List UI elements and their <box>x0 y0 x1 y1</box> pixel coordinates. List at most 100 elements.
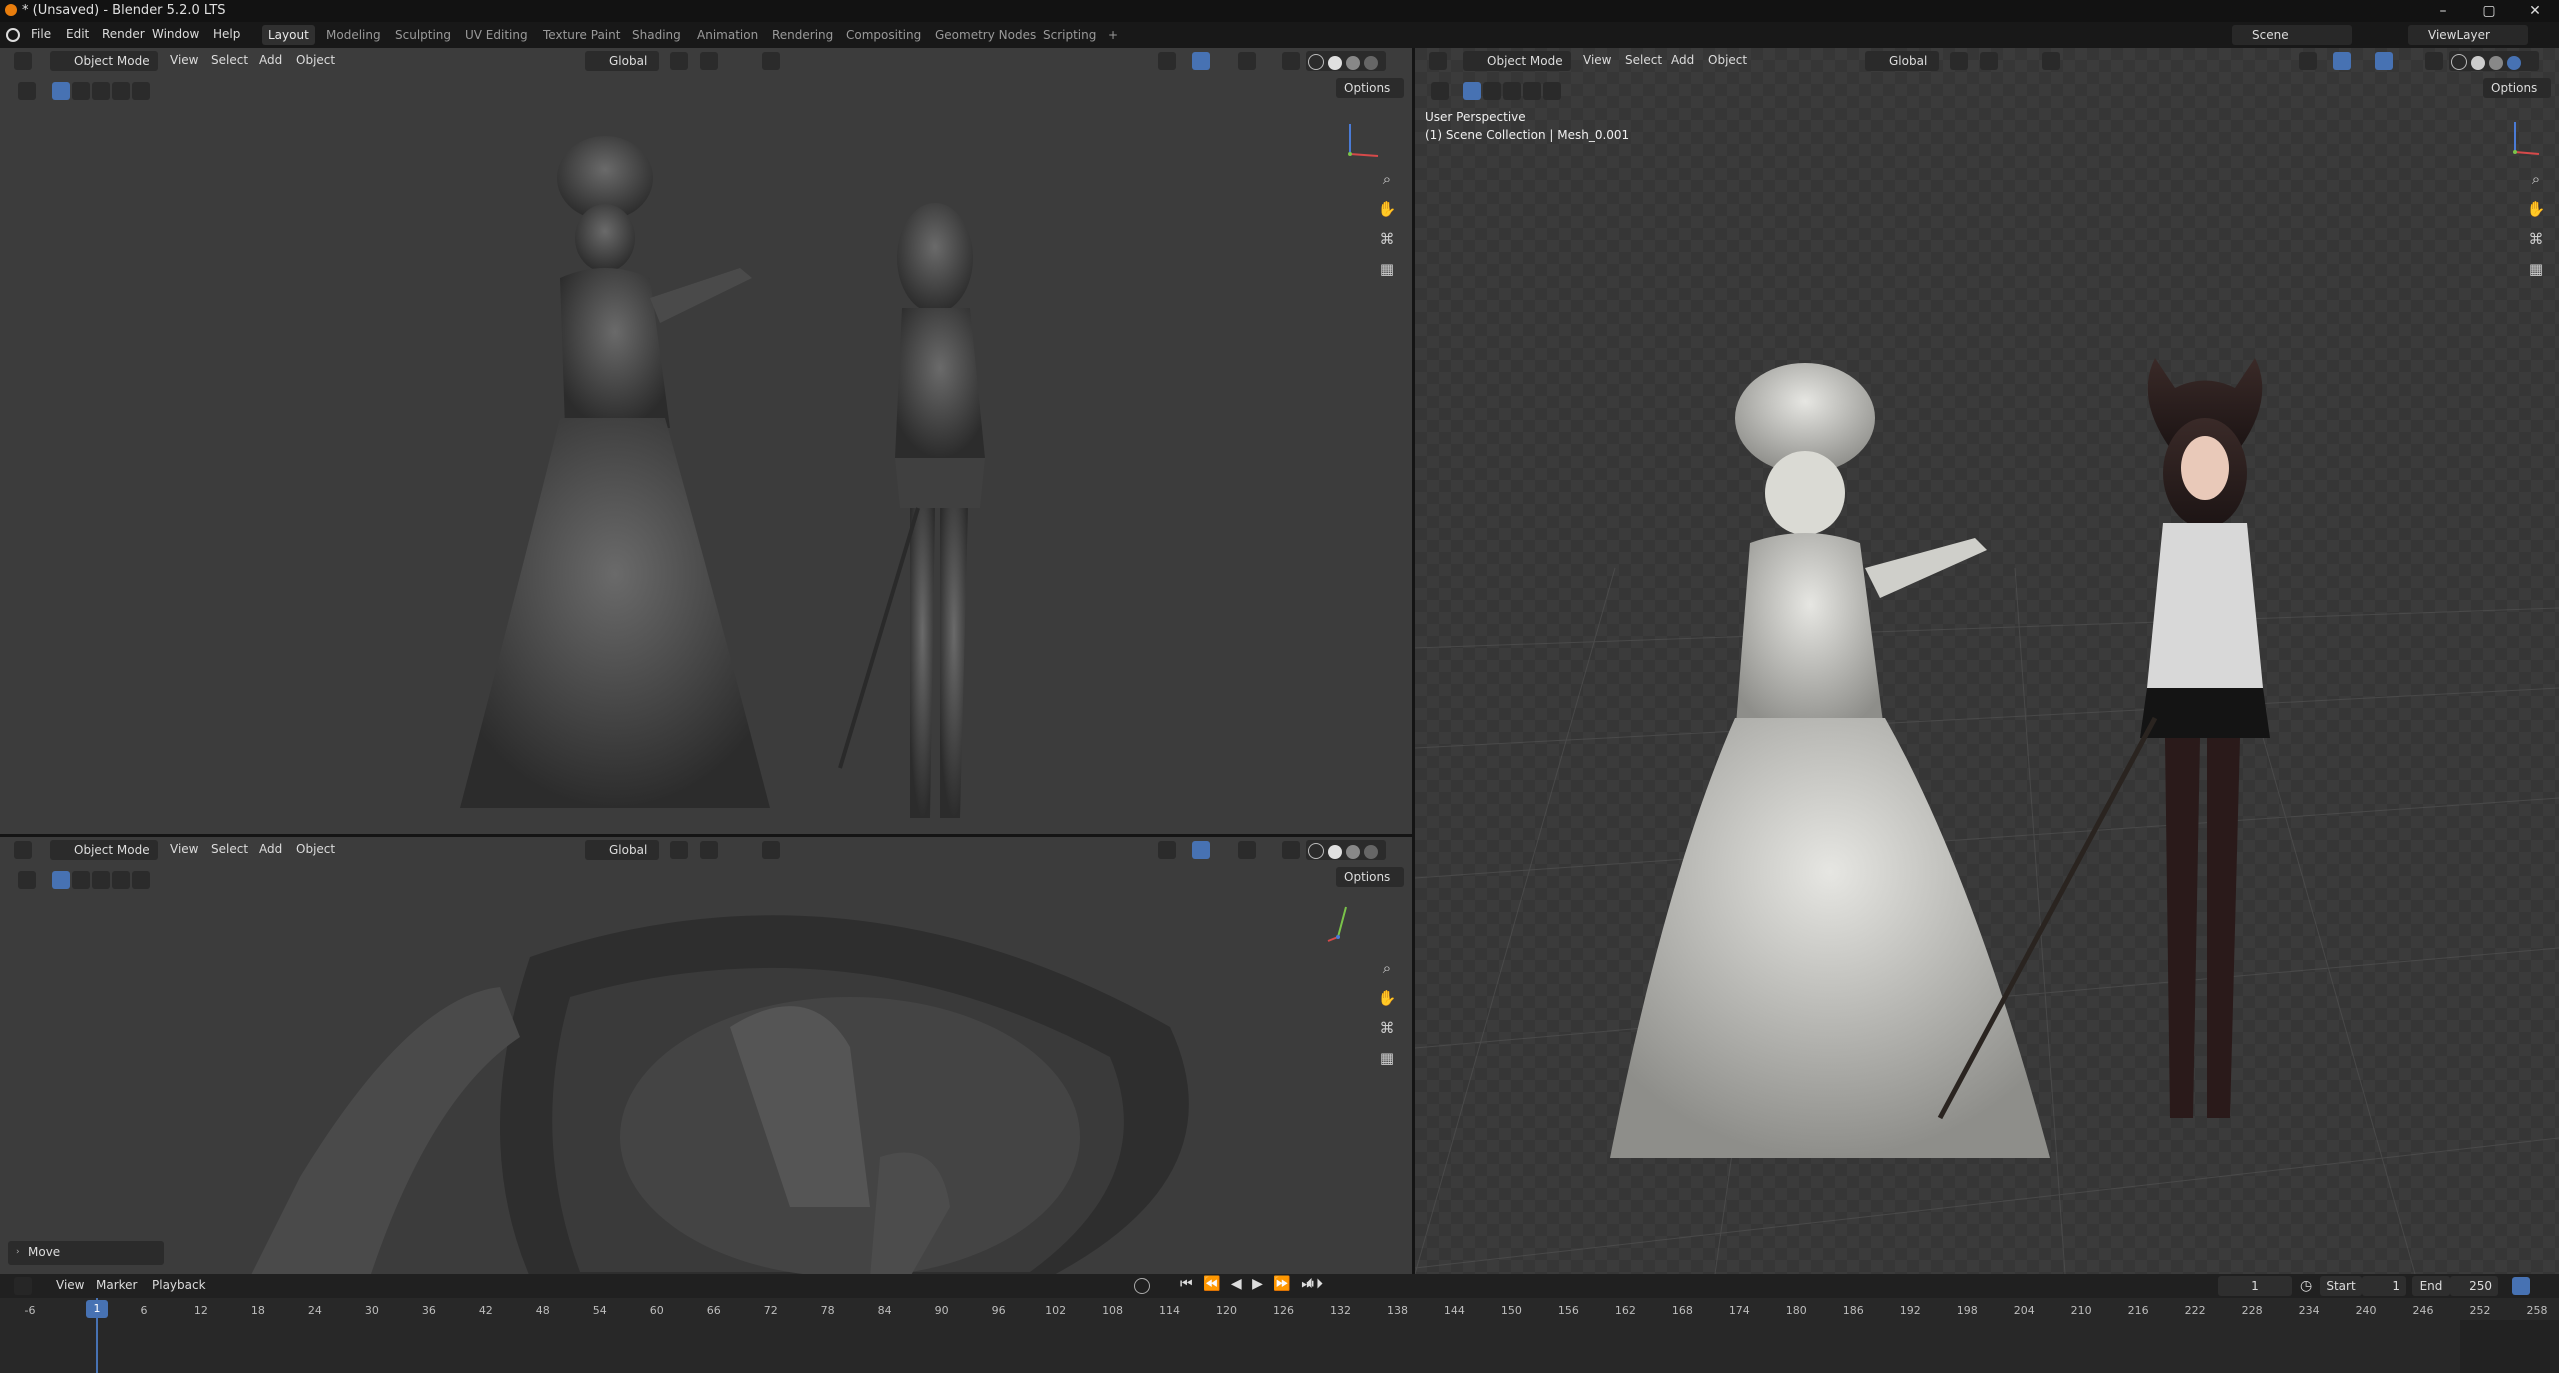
axis-gizmo[interactable] <box>2495 114 2545 164</box>
current-frame-field[interactable]: 1 <box>2218 1276 2292 1296</box>
clock-icon[interactable]: ◷ <box>2300 1278 2312 1294</box>
menu-edit[interactable]: Edit <box>66 27 89 41</box>
grid-icon[interactable]: ▦ <box>1376 1047 1398 1069</box>
tab-scripting[interactable]: Scripting <box>1037 25 1102 45</box>
menu-add[interactable]: Add <box>1671 53 1694 67</box>
snap-icon[interactable] <box>700 52 718 70</box>
overlay-icon[interactable] <box>2375 52 2393 70</box>
select-intersect-icon[interactable] <box>132 871 150 889</box>
snap-icon[interactable] <box>1980 52 1998 70</box>
axis-gizmo[interactable] <box>1338 114 1388 164</box>
overlay-icon[interactable] <box>1238 52 1256 70</box>
zoom-icon[interactable]: ⌕ <box>2525 168 2547 190</box>
select-extend-icon[interactable] <box>1483 82 1501 100</box>
gizmo-icon[interactable] <box>1192 52 1210 70</box>
grid-icon[interactable]: ▦ <box>2525 258 2547 280</box>
grid-icon[interactable]: ▦ <box>1376 258 1398 280</box>
menu-object[interactable]: Object <box>296 842 335 856</box>
maximize-button[interactable]: ▢ <box>2466 0 2512 22</box>
menu-object[interactable]: Object <box>1708 53 1747 67</box>
select-tool-icon[interactable] <box>18 871 36 889</box>
object-mode-dropdown[interactable]: Object Mode <box>1463 51 1571 71</box>
timeline-editor-icon[interactable] <box>14 1277 32 1295</box>
select-box-icon[interactable] <box>1463 82 1481 100</box>
menu-select[interactable]: Select <box>211 842 248 856</box>
view3d-editor-icon[interactable] <box>14 841 32 859</box>
frame-ruler[interactable]: -6 6 12 18 24 30 36 42 48 54 60 66 72 78 84 90 96 102 108 1… <box>0 1298 2559 1320</box>
viewport-main[interactable]: Object Mode View Select Add Object Globa… <box>1415 48 2559 1274</box>
select-invert-icon[interactable] <box>112 871 130 889</box>
keyframe-jump-icons[interactable]: ⏴⏵ <box>1306 1276 1326 1292</box>
camera-icon[interactable]: ⌘ <box>2525 228 2547 250</box>
pivot-icon[interactable] <box>670 52 688 70</box>
pivot-icon[interactable] <box>1950 52 1968 70</box>
shading-modes[interactable] <box>1306 840 1386 860</box>
play-controls[interactable]: ⏮ ⏪ ◀ ▶ ⏩ ⏭ <box>1180 1276 1317 1292</box>
menu-object[interactable]: Object <box>296 53 335 67</box>
pan-hand-icon[interactable]: ✋ <box>1376 198 1398 220</box>
select-box-icon[interactable] <box>52 871 70 889</box>
select-invert-icon[interactable] <box>1523 82 1541 100</box>
xray-icon[interactable] <box>1282 52 1300 70</box>
tab-animation[interactable]: Animation <box>691 25 764 45</box>
end-frame-field[interactable]: 250 <box>2450 1276 2498 1296</box>
playhead-label[interactable]: 1 <box>86 1300 108 1318</box>
camera-icon[interactable]: ⌘ <box>1376 228 1398 250</box>
select-subtract-icon[interactable] <box>92 871 110 889</box>
visibility-icon[interactable] <box>1158 52 1176 70</box>
gizmo-icon[interactable] <box>1192 841 1210 859</box>
xray-icon[interactable] <box>1282 841 1300 859</box>
menu-select[interactable]: Select <box>211 53 248 67</box>
menu-view[interactable]: View <box>170 53 198 67</box>
options-dropdown[interactable]: Options <box>2483 78 2551 98</box>
select-extend-icon[interactable] <box>72 871 90 889</box>
orientation-dropdown[interactable]: Global <box>585 51 659 71</box>
auto-keying-icon[interactable] <box>2512 1277 2530 1295</box>
tab-geometry-nodes[interactable]: Geometry Nodes <box>929 25 1042 45</box>
options-dropdown[interactable]: Options <box>1336 867 1404 887</box>
menu-select[interactable]: Select <box>1625 53 1662 67</box>
menu-help[interactable]: Help <box>213 27 240 41</box>
shading-modes[interactable] <box>2449 51 2539 71</box>
last-operator-panel[interactable]: › Move <box>8 1241 164 1265</box>
object-mode-dropdown[interactable]: Object Mode <box>50 51 158 71</box>
viewport-bottom-left[interactable]: Object Mode View Select Add Object Globa… <box>0 837 1412 1274</box>
timeline-menu-view[interactable]: View <box>56 1278 84 1292</box>
tab-compositing[interactable]: Compositing <box>840 25 927 45</box>
select-intersect-icon[interactable] <box>1543 82 1561 100</box>
viewport-top-left[interactable]: Object Mode View Select Add Object Globa… <box>0 48 1412 834</box>
menu-add[interactable]: Add <box>259 53 282 67</box>
zoom-icon[interactable]: ⌕ <box>1376 957 1398 979</box>
select-intersect-icon[interactable] <box>132 82 150 100</box>
select-subtract-icon[interactable] <box>92 82 110 100</box>
zoom-icon[interactable]: ⌕ <box>1376 168 1398 190</box>
proportional-edit-icon[interactable] <box>762 52 780 70</box>
pivot-icon[interactable] <box>670 841 688 859</box>
start-frame-field[interactable]: 1 <box>2362 1276 2406 1296</box>
snap-icon[interactable] <box>700 841 718 859</box>
tab-sculpting[interactable]: Sculpting <box>389 25 457 45</box>
scene-selector[interactable]: Scene <box>2232 25 2352 45</box>
add-workspace-button[interactable]: + <box>1102 25 1124 45</box>
select-subtract-icon[interactable] <box>1503 82 1521 100</box>
tab-layout[interactable]: Layout <box>262 25 315 45</box>
minimize-button[interactable]: – <box>2420 0 2466 22</box>
menu-window[interactable]: Window <box>152 27 199 41</box>
tab-modeling[interactable]: Modeling <box>320 25 387 45</box>
xray-icon[interactable] <box>2425 52 2443 70</box>
pan-hand-icon[interactable]: ✋ <box>1376 987 1398 1009</box>
menu-add[interactable]: Add <box>259 842 282 856</box>
menu-render[interactable]: Render <box>102 27 145 41</box>
timeline-menu-marker[interactable]: Marker <box>96 1278 137 1292</box>
select-box-icon[interactable] <box>52 82 70 100</box>
menu-view[interactable]: View <box>1583 53 1611 67</box>
menu-file[interactable]: File <box>31 27 51 41</box>
select-tool-icon[interactable] <box>1431 82 1449 100</box>
close-button[interactable]: ✕ <box>2512 0 2558 22</box>
shading-modes[interactable] <box>1306 51 1386 71</box>
tab-shading[interactable]: Shading <box>626 25 687 45</box>
select-tool-icon[interactable] <box>18 82 36 100</box>
view3d-editor-icon[interactable] <box>14 52 32 70</box>
proportional-edit-icon[interactable] <box>2042 52 2060 70</box>
options-dropdown[interactable]: Options <box>1336 78 1404 98</box>
